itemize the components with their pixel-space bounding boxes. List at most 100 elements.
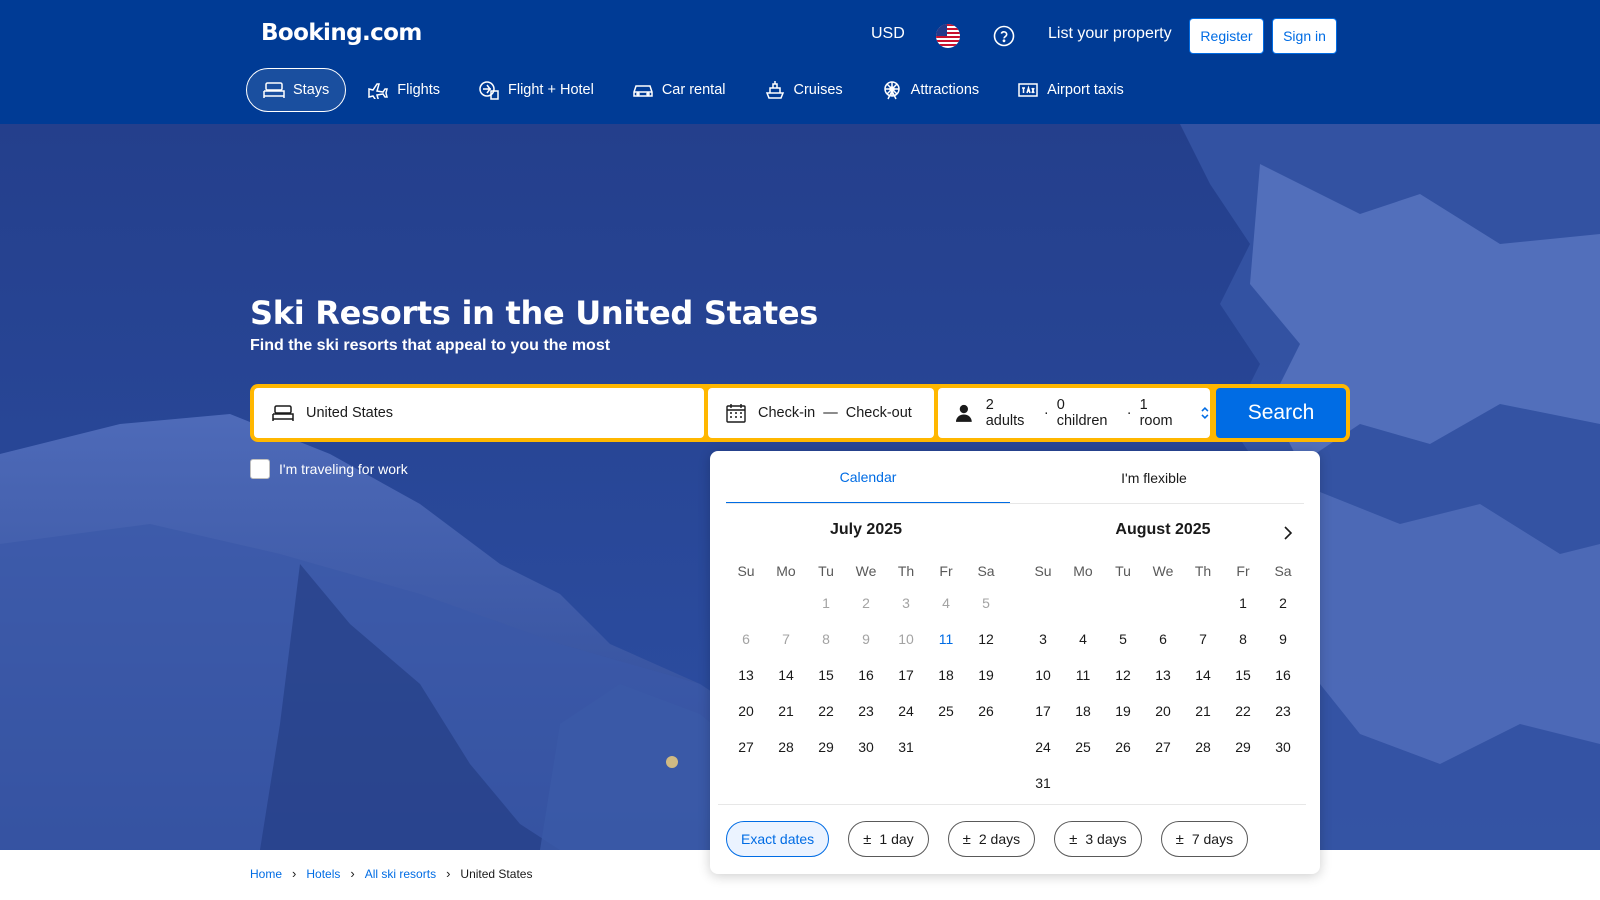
us-flag-icon[interactable] <box>936 24 960 48</box>
calendar-day[interactable]: 2 <box>1263 585 1303 621</box>
dot-separator: · <box>1126 405 1132 421</box>
tab-calendar[interactable]: Calendar <box>726 451 1010 504</box>
calendar-day[interactable]: 21 <box>766 693 806 729</box>
calendar-day[interactable]: 24 <box>886 693 926 729</box>
empty-day-cell <box>726 585 766 621</box>
calendar-day[interactable]: 22 <box>806 693 846 729</box>
calendar-day[interactable]: 14 <box>1183 657 1223 693</box>
calendar-day[interactable]: 28 <box>766 729 806 765</box>
calendar-icon <box>726 404 746 423</box>
chevron-right-icon: › <box>292 866 297 881</box>
calendar-day[interactable]: 20 <box>1143 693 1183 729</box>
calendar-day[interactable]: 26 <box>966 693 1006 729</box>
calendar-day: 10 <box>898 631 914 647</box>
calendar-day[interactable]: 17 <box>886 657 926 693</box>
calendar-day[interactable]: 30 <box>1263 729 1303 765</box>
next-month-chevron-icon[interactable] <box>1278 523 1298 543</box>
plus-minus-icon: ± <box>1175 830 1184 848</box>
breadcrumb-item[interactable]: Home <box>250 867 282 881</box>
flex-days-chip[interactable]: ±3 days <box>1054 821 1142 857</box>
calendar-day: 8 <box>822 631 830 647</box>
calendar-day[interactable]: 30 <box>846 729 886 765</box>
tab-attractions[interactable]: Attractions <box>864 68 997 112</box>
exact-dates-chip[interactable]: Exact dates <box>726 821 830 857</box>
calendar-day[interactable]: 15 <box>806 657 846 693</box>
flex-days-chip[interactable]: ±2 days <box>947 821 1036 857</box>
calendar-day[interactable]: 13 <box>726 657 766 693</box>
guests-field[interactable]: 2 adults · 0 children · 1 room <box>938 388 1210 438</box>
calendar-day[interactable]: 11 <box>1063 657 1103 693</box>
calendar-day[interactable]: 12 <box>966 621 1006 657</box>
calendar-day[interactable]: 13 <box>1143 657 1183 693</box>
calendar-day[interactable]: 28 <box>1183 729 1223 765</box>
work-travel-option[interactable]: I'm traveling for work <box>250 459 408 479</box>
calendar-day[interactable]: 12 <box>1103 657 1143 693</box>
flex-days-chip[interactable]: ±7 days <box>1160 821 1249 857</box>
calendar-day[interactable]: 23 <box>846 693 886 729</box>
weekday-header: Tu <box>818 563 834 579</box>
calendar-day[interactable]: 3 <box>1023 621 1063 657</box>
calendar-day[interactable]: 20 <box>726 693 766 729</box>
breadcrumb-item[interactable]: All ski resorts <box>365 867 436 881</box>
destination-field[interactable]: United States <box>254 388 704 438</box>
calendar-day[interactable]: 23 <box>1263 693 1303 729</box>
check-out-label: Check-out <box>845 405 912 421</box>
tab-cruises[interactable]: Cruises <box>747 68 860 112</box>
weekday-header: Th <box>1194 563 1212 579</box>
calendar-day[interactable]: 4 <box>1063 621 1103 657</box>
calendar-day[interactable]: 31 <box>1023 765 1063 801</box>
breadcrumb-item[interactable]: Hotels <box>306 867 340 881</box>
register-button[interactable]: Register <box>1189 18 1264 54</box>
calendar-day[interactable]: 18 <box>926 657 966 693</box>
calendar-day[interactable]: 24 <box>1023 729 1063 765</box>
calendar-day[interactable]: 19 <box>1103 693 1143 729</box>
calendar-day[interactable]: 7 <box>1183 621 1223 657</box>
currency-selector[interactable]: USD <box>871 25 905 43</box>
page-title: Ski Resorts in the United States <box>250 294 819 332</box>
calendar-day[interactable]: 25 <box>926 693 966 729</box>
empty-day-cell <box>766 585 806 621</box>
sign-in-button[interactable]: Sign in <box>1272 18 1337 54</box>
calendar-day[interactable]: 29 <box>1223 729 1263 765</box>
tab-flights[interactable]: Flights <box>350 68 457 112</box>
calendar-day[interactable]: 17 <box>1023 693 1063 729</box>
calendar-day[interactable]: 27 <box>726 729 766 765</box>
calendar-day[interactable]: 5 <box>1103 621 1143 657</box>
calendar-day[interactable]: 16 <box>846 657 886 693</box>
calendar-day[interactable]: 8 <box>1223 621 1263 657</box>
calendar-day[interactable]: 15 <box>1223 657 1263 693</box>
calendar-day[interactable]: 21 <box>1183 693 1223 729</box>
booking-logo[interactable]: Booking.com <box>261 20 422 46</box>
question-circle-icon[interactable] <box>993 25 1015 47</box>
tab-car-rental[interactable]: Car rental <box>615 68 743 112</box>
calendar-day[interactable]: 14 <box>766 657 806 693</box>
calendar-day[interactable]: 1 <box>1223 585 1263 621</box>
chip-label: Exact dates <box>741 831 815 847</box>
calendar-day[interactable]: 31 <box>886 729 926 765</box>
list-your-property-link[interactable]: List your property <box>1048 25 1172 43</box>
search-button[interactable]: Search <box>1216 388 1346 438</box>
tab-flight-hotel[interactable]: Flight + Hotel <box>461 68 611 112</box>
work-travel-label: I'm traveling for work <box>279 461 408 477</box>
calendar-day[interactable]: 27 <box>1143 729 1183 765</box>
calendar-day[interactable]: 29 <box>806 729 846 765</box>
weekday-header: Su <box>737 563 755 579</box>
calendar-day[interactable]: 10 <box>1023 657 1063 693</box>
flex-days-chip[interactable]: ±1 day <box>848 821 929 857</box>
calendar-day[interactable]: 22 <box>1223 693 1263 729</box>
calendar-day[interactable]: 6 <box>1143 621 1183 657</box>
chevron-right-icon: › <box>446 866 451 881</box>
calendar-day[interactable]: 9 <box>1263 621 1303 657</box>
tab-airport-taxis[interactable]: Airport taxis <box>1000 68 1141 112</box>
calendar-day[interactable]: 19 <box>966 657 1006 693</box>
calendar-day[interactable]: 26 <box>1103 729 1143 765</box>
calendar-day[interactable]: 18 <box>1063 693 1103 729</box>
tab-stays[interactable]: Stays <box>246 68 347 112</box>
calendar-day[interactable]: 11 <box>926 621 966 657</box>
calendar-day[interactable]: 25 <box>1063 729 1103 765</box>
weekday-header: Mo <box>776 563 796 579</box>
tab-flexible[interactable]: I'm flexible <box>1010 451 1298 504</box>
work-travel-checkbox[interactable] <box>250 459 270 479</box>
date-range-field[interactable]: Check-in — Check-out <box>708 388 934 438</box>
calendar-day[interactable]: 16 <box>1263 657 1303 693</box>
